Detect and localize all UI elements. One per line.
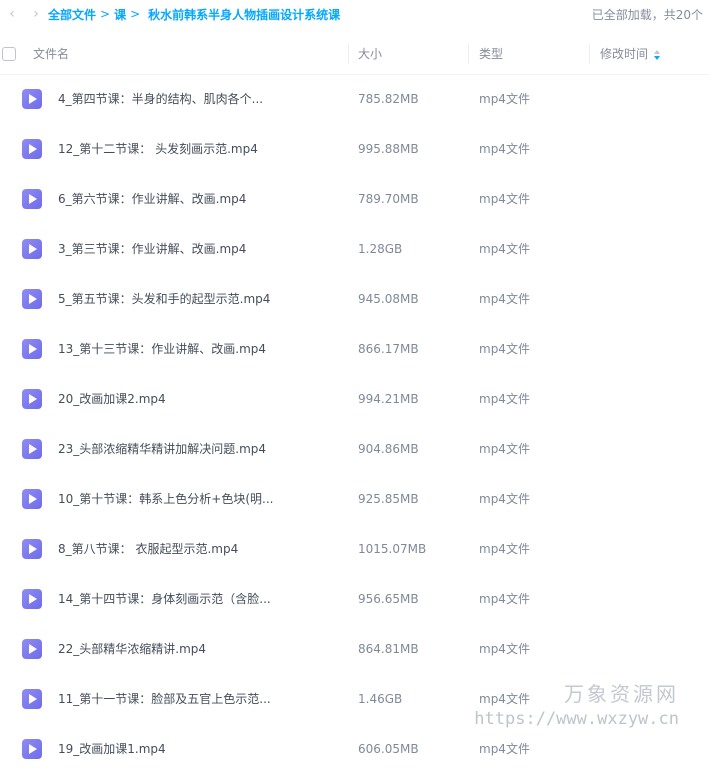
- breadcrumb-separator: >: [130, 7, 141, 21]
- file-row[interactable]: 5_第五节课：头发和手的起型示范.mp4 945.08MB mp4文件: [0, 274, 709, 324]
- column-header-type[interactable]: 类型: [479, 34, 503, 74]
- file-size: 904.86MB: [358, 442, 419, 456]
- column-divider[interactable]: [468, 44, 469, 64]
- file-size: 785.82MB: [358, 92, 419, 106]
- load-status-text: 已全部加载，共20个: [591, 8, 703, 22]
- file-type: mp4文件: [479, 442, 530, 456]
- file-type: mp4文件: [479, 592, 530, 606]
- file-type: mp4文件: [479, 542, 530, 556]
- file-type: mp4文件: [479, 92, 530, 106]
- video-file-icon: [22, 489, 42, 509]
- file-size: 945.08MB: [358, 292, 419, 306]
- breadcrumb-separator: >: [100, 7, 111, 21]
- breadcrumb-current-folder: 秋水前韩系半身人物插画设计系统课: [148, 7, 341, 22]
- file-row[interactable]: 10_第十节课：韩系上色分析+色块(明... 925.85MB mp4文件: [0, 474, 709, 524]
- file-type: mp4文件: [479, 642, 530, 656]
- video-file-icon: [22, 389, 42, 409]
- file-row[interactable]: 23_头部浓缩精华精讲加解决问题.mp4 904.86MB mp4文件: [0, 424, 709, 474]
- file-size: 789.70MB: [358, 192, 419, 206]
- file-size: 956.65MB: [358, 592, 419, 606]
- file-name[interactable]: 11_第十一节课：脸部及五官上色示范...: [58, 674, 343, 724]
- column-header-size[interactable]: 大小: [358, 34, 382, 74]
- file-row[interactable]: 13_第十三节课：作业讲解、改画.mp4 866.17MB mp4文件: [0, 324, 709, 374]
- file-name[interactable]: 13_第十三节课：作业讲解、改画.mp4: [58, 324, 343, 374]
- file-size: 995.88MB: [358, 142, 419, 156]
- file-name[interactable]: 23_头部浓缩精华精讲加解决问题.mp4: [58, 424, 343, 474]
- file-size: 1.46GB: [358, 692, 403, 706]
- file-type: mp4文件: [479, 292, 530, 306]
- file-size: 606.05MB: [358, 742, 419, 756]
- file-row[interactable]: 22_头部精华浓缩精讲.mp4 864.81MB mp4文件: [0, 624, 709, 674]
- column-divider[interactable]: [348, 44, 349, 64]
- breadcrumb-root-link[interactable]: 全部文件: [48, 6, 96, 23]
- file-type: mp4文件: [479, 392, 530, 406]
- file-row[interactable]: 12_第十二节课： 头发刻画示范.mp4 995.88MB mp4文件: [0, 124, 709, 174]
- video-file-icon: [22, 89, 42, 109]
- file-type: mp4文件: [479, 692, 530, 706]
- video-file-icon: [22, 639, 42, 659]
- file-row[interactable]: 3_第三节课：作业讲解、改画.mp4 1.28GB mp4文件: [0, 224, 709, 274]
- video-file-icon: [22, 689, 42, 709]
- file-name[interactable]: 20_改画加课2.mp4: [58, 374, 343, 424]
- video-file-icon: [22, 139, 42, 159]
- chevron-left-icon[interactable]: ‹: [0, 6, 24, 22]
- video-file-icon: [22, 289, 42, 309]
- file-size: 1015.07MB: [358, 542, 427, 556]
- file-list: 4_第四节课：半身的结构、肌肉各个... 785.82MB mp4文件 12_第…: [0, 74, 709, 774]
- sort-icon[interactable]: [654, 49, 661, 60]
- column-header-modified-label: 修改时间: [600, 47, 649, 61]
- column-divider[interactable]: [589, 44, 590, 64]
- column-header-modified[interactable]: 修改时间: [600, 34, 661, 74]
- file-name[interactable]: 5_第五节课：头发和手的起型示范.mp4: [58, 274, 343, 324]
- column-header-name[interactable]: 文件名: [33, 34, 69, 74]
- file-type: mp4文件: [479, 142, 530, 156]
- chevron-right-icon[interactable]: ›: [24, 6, 48, 22]
- file-size: 994.21MB: [358, 392, 419, 406]
- breadcrumb-parent-link[interactable]: 课: [114, 6, 126, 23]
- video-file-icon: [22, 739, 42, 759]
- file-row[interactable]: 6_第六节课：作业讲解、改画.mp4 789.70MB mp4文件: [0, 174, 709, 224]
- file-name[interactable]: 4_第四节课：半身的结构、肌肉各个...: [58, 74, 343, 124]
- file-type: mp4文件: [479, 192, 530, 206]
- file-size: 864.81MB: [358, 642, 419, 656]
- video-file-icon: [22, 339, 42, 359]
- video-file-icon: [22, 439, 42, 459]
- file-size: 925.85MB: [358, 492, 419, 506]
- video-file-icon: [22, 589, 42, 609]
- file-name[interactable]: 22_头部精华浓缩精讲.mp4: [58, 624, 343, 674]
- file-name[interactable]: 3_第三节课：作业讲解、改画.mp4: [58, 224, 343, 274]
- file-row[interactable]: 14_第十四节课：身体刻画示范（含脸... 956.65MB mp4文件: [0, 574, 709, 624]
- file-row[interactable]: 19_改画加课1.mp4 606.05MB mp4文件: [0, 724, 709, 774]
- file-name[interactable]: 19_改画加课1.mp4: [58, 724, 343, 774]
- video-file-icon: [22, 189, 42, 209]
- video-file-icon: [22, 539, 42, 559]
- file-type: mp4文件: [479, 242, 530, 256]
- file-row[interactable]: 20_改画加课2.mp4 994.21MB mp4文件: [0, 374, 709, 424]
- file-type: mp4文件: [479, 492, 530, 506]
- video-file-icon: [22, 239, 42, 259]
- file-name[interactable]: 14_第十四节课：身体刻画示范（含脸...: [58, 574, 343, 624]
- file-row[interactable]: 4_第四节课：半身的结构、肌肉各个... 785.82MB mp4文件: [0, 74, 709, 124]
- file-name[interactable]: 10_第十节课：韩系上色分析+色块(明...: [58, 474, 343, 524]
- file-type: mp4文件: [479, 342, 530, 356]
- select-all-checkbox[interactable]: [2, 47, 16, 61]
- file-row[interactable]: 8_第八节课： 衣服起型示范.mp4 1015.07MB mp4文件: [0, 524, 709, 574]
- file-type: mp4文件: [479, 742, 530, 756]
- file-row[interactable]: 11_第十一节课：脸部及五官上色示范... 1.46GB mp4文件: [0, 674, 709, 724]
- file-name[interactable]: 12_第十二节课： 头发刻画示范.mp4: [58, 124, 343, 174]
- file-size: 866.17MB: [358, 342, 419, 356]
- file-name[interactable]: 6_第六节课：作业讲解、改画.mp4: [58, 174, 343, 224]
- file-size: 1.28GB: [358, 242, 403, 256]
- file-list-header: 文件名 大小 类型 修改时间: [0, 34, 709, 75]
- file-name[interactable]: 8_第八节课： 衣服起型示范.mp4: [58, 524, 343, 574]
